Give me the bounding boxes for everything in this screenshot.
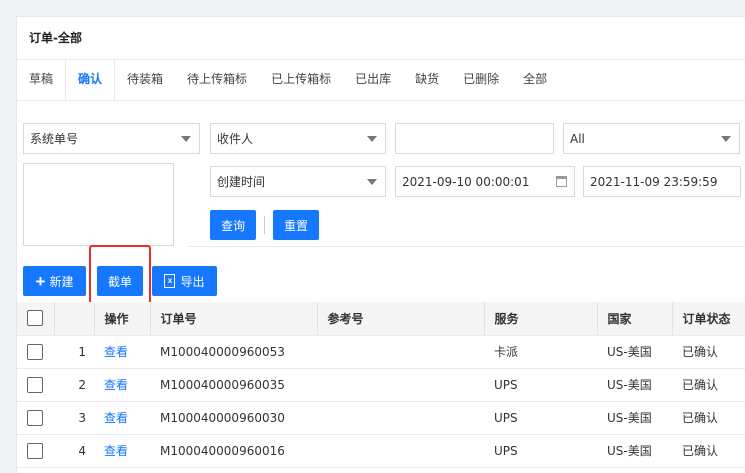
order-field-select[interactable]: 系统单号	[23, 123, 200, 154]
column-header-ref: 参考号	[317, 302, 485, 336]
chevron-down-icon	[721, 136, 731, 142]
service-cell: UPS	[484, 434, 597, 468]
ref-cell	[317, 335, 484, 369]
order-numbers-textarea[interactable]	[23, 163, 174, 246]
column-header-status: 订单状态	[672, 302, 745, 336]
view-link[interactable]: 查看	[94, 335, 150, 369]
order-field-select-value: 系统单号	[30, 132, 79, 146]
status-cell: 已确认	[672, 368, 745, 402]
date-start-value: 2021-09-10 00:00:01	[402, 174, 530, 189]
date-field-select-value: 创建时间	[217, 175, 266, 189]
row-select-cell	[17, 368, 54, 402]
table-row: 4 查看 M100040000960016 UPS US-美国 已确认	[17, 434, 745, 468]
reset-button[interactable]: 重置	[273, 210, 319, 240]
table-row: 3 查看 M100040000960030 UPS US-美国 已确认	[17, 401, 745, 435]
orders-table: 操作 订单号 参考号 服务 国家 订单状态 1 查看 M100040000960…	[17, 302, 745, 468]
calendar-icon	[556, 176, 567, 187]
row-index: 3	[54, 401, 94, 435]
table-header-row: 操作 订单号 参考号 服务 国家 订单状态	[17, 302, 745, 336]
service-cell: UPS	[484, 368, 597, 402]
recipient-input[interactable]	[395, 123, 554, 154]
tab-out-of-stock[interactable]: 缺货	[403, 60, 451, 100]
order-no-cell: M100040000960016	[150, 434, 317, 468]
button-separator	[264, 216, 265, 234]
status-select-value: All	[570, 131, 585, 146]
column-header-service: 服务	[484, 302, 598, 336]
chevron-down-icon	[367, 179, 377, 185]
row-checkbox[interactable]	[27, 343, 43, 360]
chevron-down-icon	[367, 136, 377, 142]
export-button[interactable]: x 导出	[152, 266, 217, 296]
select-all-checkbox[interactable]	[27, 310, 43, 327]
row-checkbox[interactable]	[27, 409, 43, 426]
tab-draft[interactable]: 草稿	[17, 60, 65, 100]
highlight-box	[89, 245, 151, 304]
status-select[interactable]: All	[563, 123, 740, 154]
tab-to-pack[interactable]: 待装箱	[115, 60, 175, 100]
row-select-cell	[17, 401, 54, 435]
tab-deleted[interactable]: 已删除	[451, 60, 511, 100]
table-row: 1 查看 M100040000960053 卡派 US-美国 已确认	[17, 335, 745, 369]
row-select-cell	[17, 434, 54, 468]
row-select-cell	[17, 335, 54, 369]
select-all-cell	[17, 302, 55, 336]
tabs-divider	[17, 100, 745, 101]
table-row: 2 查看 M100040000960035 UPS US-美国 已确认	[17, 368, 745, 402]
row-index: 2	[54, 368, 94, 402]
chevron-down-icon	[181, 136, 191, 142]
service-cell: UPS	[484, 401, 597, 435]
row-checkbox[interactable]	[27, 376, 43, 393]
date-end-value: 2021-11-09 23:59:59	[590, 174, 718, 189]
status-cell: 已确认	[672, 335, 745, 369]
order-no-cell: M100040000960053	[150, 335, 317, 369]
row-checkbox[interactable]	[27, 442, 43, 459]
row-index: 1	[54, 335, 94, 369]
status-cell: 已确认	[672, 401, 745, 435]
view-link[interactable]: 查看	[94, 368, 150, 402]
tab-to-upload-label[interactable]: 待上传箱标	[175, 60, 259, 100]
country-cell: US-美国	[597, 368, 672, 402]
order-no-cell: M100040000960035	[150, 368, 317, 402]
ref-cell	[317, 401, 484, 435]
country-cell: US-美国	[597, 335, 672, 369]
recipient-field-select-value: 收件人	[217, 132, 254, 146]
export-button-label: 导出	[180, 274, 205, 289]
filter-divider	[188, 246, 745, 247]
column-header-action: 操作	[94, 302, 151, 336]
new-button[interactable]: + 新建	[23, 266, 86, 296]
service-cell: 卡派	[484, 335, 597, 369]
plus-icon: +	[35, 271, 46, 291]
view-link[interactable]: 查看	[94, 401, 150, 435]
column-header-country: 国家	[597, 302, 673, 336]
view-link[interactable]: 查看	[94, 434, 150, 468]
date-start-input[interactable]: 2021-09-10 00:00:01	[395, 166, 575, 197]
row-index: 4	[54, 434, 94, 468]
order-no-cell: M100040000960030	[150, 401, 317, 435]
status-cell: 已确认	[672, 434, 745, 468]
date-end-input[interactable]: 2021-11-09 23:59:59	[583, 166, 741, 197]
query-button[interactable]: 查询	[210, 210, 256, 240]
new-button-label: 新建	[49, 274, 74, 289]
column-header-order-no: 订单号	[150, 302, 318, 336]
ref-cell	[317, 434, 484, 468]
tab-label-uploaded[interactable]: 已上传箱标	[259, 60, 343, 100]
index-header	[54, 302, 95, 336]
ref-cell	[317, 368, 484, 402]
status-tabs: 草稿 确认 待装箱 待上传箱标 已上传箱标 已出库 缺货 已删除 全部	[17, 60, 745, 100]
recipient-field-select[interactable]: 收件人	[210, 123, 386, 154]
tab-all[interactable]: 全部	[511, 60, 559, 100]
page-title: 订单-全部	[29, 31, 82, 45]
excel-file-icon: x	[164, 274, 176, 288]
country-cell: US-美国	[597, 434, 672, 468]
tab-confirmed[interactable]: 确认	[65, 60, 116, 100]
tab-shipped[interactable]: 已出库	[343, 60, 403, 100]
country-cell: US-美国	[597, 401, 672, 435]
date-field-select[interactable]: 创建时间	[210, 166, 386, 197]
